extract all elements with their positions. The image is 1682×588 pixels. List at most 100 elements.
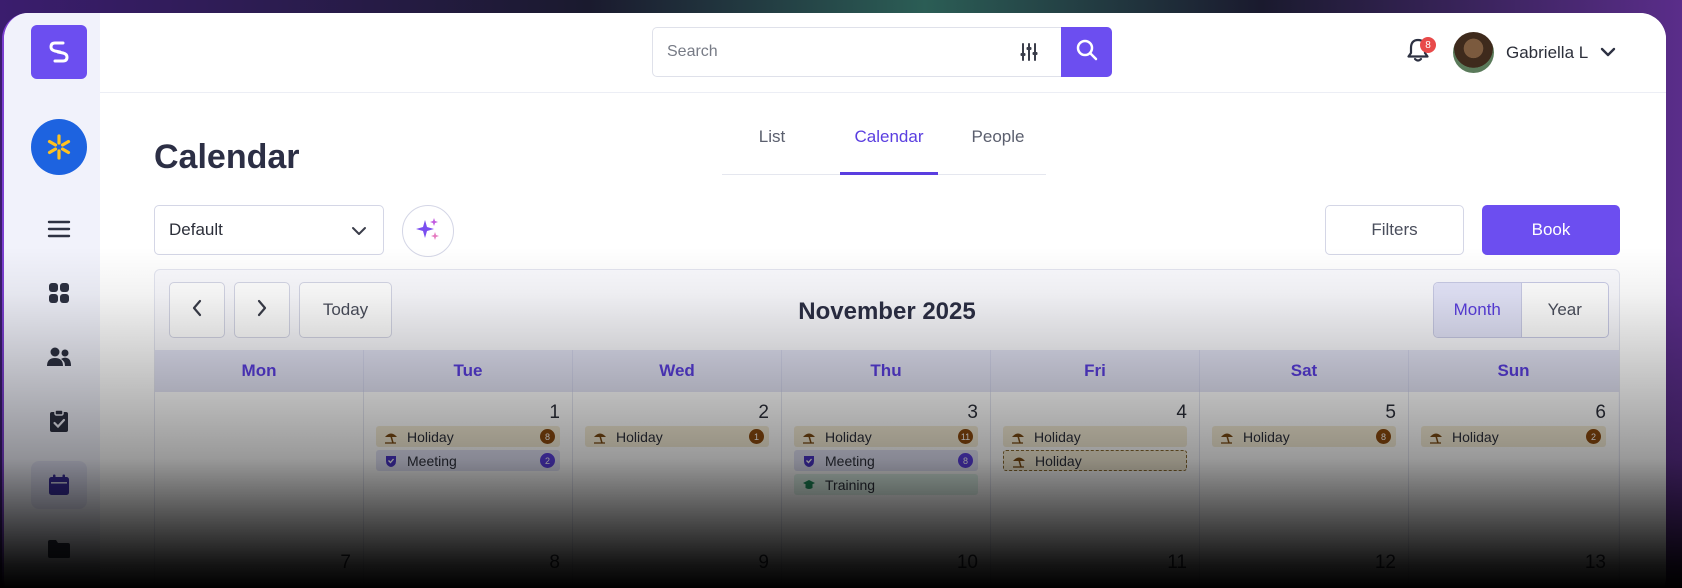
umbrella-icon [1429, 430, 1443, 444]
day-cell[interactable]: 4 Holiday Holiday [991, 392, 1200, 542]
filters-button[interactable]: Filters [1325, 205, 1464, 255]
view-select-value: Default [169, 220, 223, 239]
event-chip-holiday[interactable]: Holiday 8 [376, 426, 560, 447]
event-chip-meeting[interactable]: Meeting 8 [794, 450, 978, 471]
event-chip-holiday[interactable]: Holiday 8 [1212, 426, 1396, 447]
user-name[interactable]: Gabriella L [1506, 43, 1588, 63]
event-count-badge: 11 [958, 429, 973, 444]
event-label: Meeting [407, 452, 457, 469]
event-count-badge: 2 [540, 453, 555, 468]
day-cell[interactable]: 13 [1409, 542, 1618, 588]
day-number: 2 [758, 402, 769, 423]
day-number: 3 [967, 402, 978, 423]
day-cell[interactable]: 9 [573, 542, 782, 588]
search-input[interactable] [667, 40, 987, 64]
calendar-icon[interactable] [31, 461, 87, 509]
day-cell[interactable]: 1 Holiday 8 Meeting 2 [364, 392, 573, 542]
event-label: Meeting [825, 452, 875, 469]
event-chip-holiday[interactable]: Holiday 2 [1421, 426, 1606, 447]
event-chip-holiday[interactable]: Holiday 1 [585, 426, 769, 447]
event-chip-training[interactable]: Training [794, 474, 978, 495]
calendar-panel: Today November 2025 Month Year Mon Tue W… [154, 269, 1620, 588]
dashboard-icon[interactable] [31, 269, 87, 317]
month-title: November 2025 [798, 298, 976, 325]
view-mode-year[interactable]: Year [1522, 283, 1609, 337]
day-cell[interactable]: 2 Holiday 1 [573, 392, 782, 542]
app-window: 8 Gabriella L Calendar List Calendar Peo… [2, 13, 1666, 588]
day-cell[interactable]: 5 Holiday 8 [1200, 392, 1409, 542]
view-select[interactable]: Default [154, 205, 384, 255]
chevron-down-icon[interactable] [1600, 45, 1616, 63]
umbrella-icon [1012, 454, 1026, 468]
day-number: 8 [549, 552, 560, 573]
event-chip-holiday-pending[interactable]: Holiday [1003, 450, 1187, 471]
umbrella-icon [1011, 430, 1025, 444]
umbrella-icon [802, 430, 816, 444]
day-number: 13 [1584, 552, 1606, 573]
event-label: Holiday [1034, 428, 1081, 445]
event-label: Holiday [825, 428, 872, 445]
shield-icon [384, 454, 398, 468]
notification-badge: 8 [1420, 37, 1436, 53]
event-chip-holiday[interactable]: Holiday 11 [794, 426, 978, 447]
day-number: 6 [1595, 402, 1606, 423]
week-row: 7 8 9 10 11 12 13 [155, 542, 1619, 588]
day-number: 1 [549, 402, 560, 423]
sparkles-icon [415, 216, 441, 247]
menu-icon[interactable] [31, 205, 87, 253]
folder-icon[interactable] [31, 525, 87, 573]
umbrella-icon [384, 430, 398, 444]
event-label: Holiday [1243, 428, 1290, 445]
day-number: 9 [758, 552, 769, 573]
view-mode-month[interactable]: Month [1434, 283, 1522, 337]
weekday-label: Fri [991, 350, 1200, 392]
search-icon [1076, 39, 1098, 66]
weekday-label: Mon [155, 350, 364, 392]
weekday-label: Thu [782, 350, 991, 392]
week-row: 1 Holiday 8 Meeting 2 2 Holiday 1 3 Holiday 11 Meet… [155, 392, 1619, 542]
umbrella-icon [593, 430, 607, 444]
day-cell[interactable]: 12 [1200, 542, 1409, 588]
view-tabs: List Calendar People [722, 119, 1046, 175]
weekday-label: Sun [1497, 361, 1530, 380]
page-title: Calendar [154, 138, 300, 176]
day-cell[interactable]: 6 Holiday 2 [1409, 392, 1618, 542]
day-cell[interactable]: 8 [364, 542, 573, 588]
shield-icon [802, 454, 816, 468]
day-number: 10 [956, 552, 978, 573]
brand-spark-icon[interactable] [31, 119, 87, 175]
chevron-down-icon [351, 222, 367, 242]
event-chip-meeting[interactable]: Meeting 2 [376, 450, 560, 471]
day-number: 7 [340, 552, 351, 573]
logo-icon[interactable] [31, 25, 87, 79]
event-label: Training [825, 476, 876, 493]
day-number: 11 [1167, 552, 1187, 573]
day-cell[interactable]: 10 [782, 542, 991, 588]
umbrella-icon [1220, 430, 1234, 444]
search-button[interactable] [1061, 27, 1112, 77]
event-count-badge: 8 [1376, 429, 1391, 444]
event-chip-holiday[interactable]: Holiday [1003, 426, 1187, 447]
sliders-icon[interactable] [1019, 42, 1039, 67]
event-label: Holiday [407, 428, 454, 445]
weekday-label: Sat [1200, 350, 1409, 392]
event-label: Holiday [1035, 452, 1082, 469]
day-cell[interactable]: 3 Holiday 11 Meeting 8 Training [782, 392, 991, 542]
weekday-label: Wed [573, 350, 782, 392]
tab-people[interactable]: People [950, 119, 1046, 175]
avatar[interactable] [1453, 32, 1494, 73]
day-cell[interactable]: 11 [991, 542, 1200, 588]
event-count-badge: 8 [540, 429, 555, 444]
day-cell[interactable]: 7 [155, 542, 364, 588]
weekday-header: Mon Tue Wed Thu Fri Sat Sun [155, 350, 1619, 392]
event-label: Holiday [616, 428, 663, 445]
event-label: Holiday [1452, 428, 1499, 445]
tab-list[interactable]: List [722, 119, 822, 175]
tab-calendar[interactable]: Calendar [840, 119, 938, 175]
search-box [652, 27, 1112, 77]
clipboard-icon[interactable] [31, 397, 87, 445]
ai-assist-button[interactable] [402, 205, 454, 257]
book-button[interactable]: Book [1482, 205, 1620, 255]
people-icon[interactable] [31, 333, 87, 381]
day-cell[interactable] [155, 392, 364, 542]
